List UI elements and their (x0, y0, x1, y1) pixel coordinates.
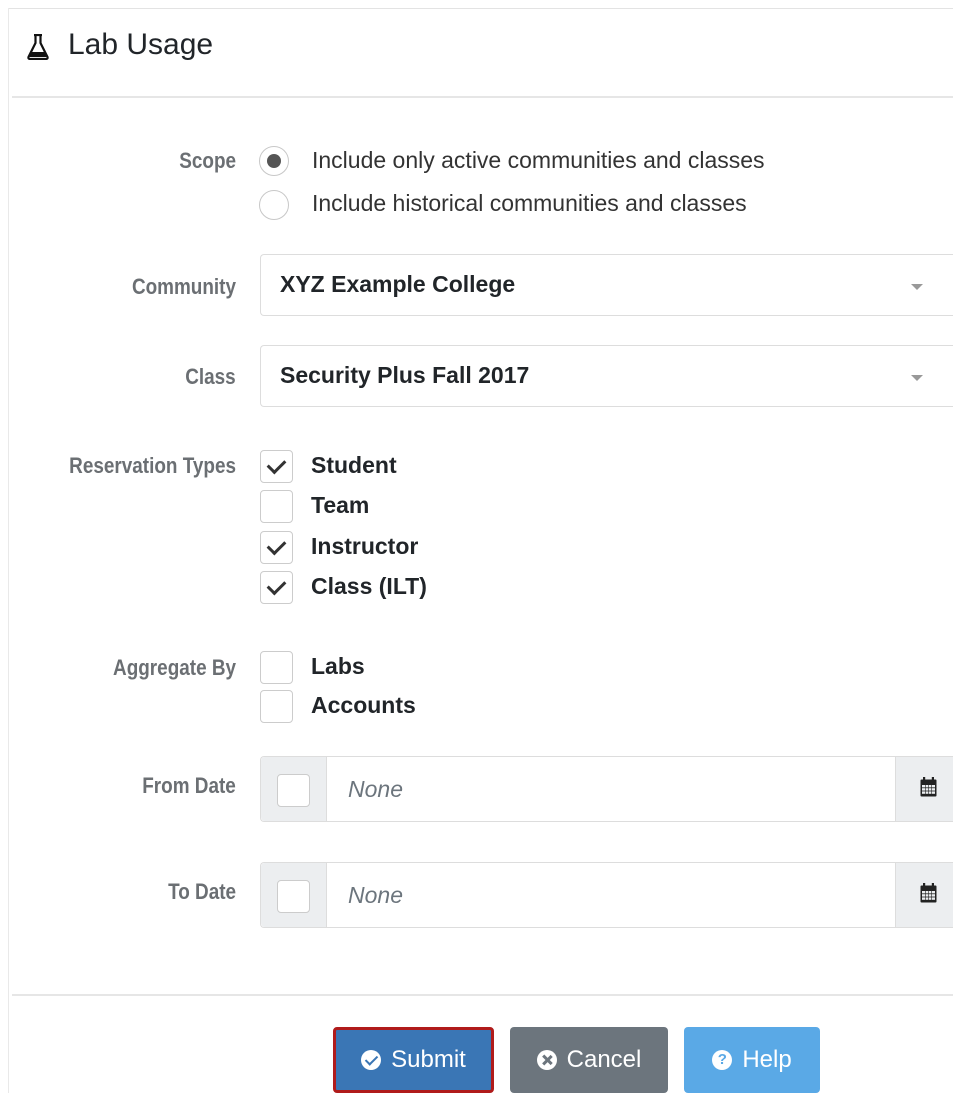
to-date-enable-checkbox[interactable] (277, 880, 310, 913)
page-header: Lab Usage (12, 8, 953, 98)
community-value: XYZ Example College (280, 271, 516, 297)
class-select[interactable]: Security Plus Fall 2017 (260, 345, 953, 407)
scope-label: Scope (179, 148, 236, 173)
labs-checkbox[interactable] (260, 651, 293, 684)
student-checkbox-label[interactable]: Student (311, 452, 397, 479)
class-value: Security Plus Fall 2017 (280, 362, 530, 388)
team-checkbox-label[interactable]: Team (311, 492, 369, 519)
instructor-checkbox[interactable] (260, 531, 293, 564)
chevron-down-icon (911, 284, 923, 290)
accounts-checkbox[interactable] (260, 690, 293, 723)
from-date-enable-checkbox[interactable] (277, 774, 310, 807)
from-date-group: None (260, 756, 953, 822)
scope-historical-radio[interactable] (259, 190, 289, 220)
community-label: Community (131, 274, 236, 299)
scope-active-text[interactable]: Include only active communities and clas… (312, 147, 765, 174)
student-checkbox[interactable] (260, 450, 293, 483)
to-date-input[interactable]: None (348, 882, 403, 909)
instructor-checkbox-label[interactable]: Instructor (311, 533, 418, 560)
to-date-enable-addon (261, 863, 327, 927)
reservation-types-label: Reservation Types (69, 453, 236, 478)
labs-checkbox-label[interactable]: Labs (311, 653, 365, 680)
to-date-calendar-button[interactable] (895, 863, 953, 927)
scope-historical-text[interactable]: Include historical communities and class… (312, 190, 747, 217)
question-circle-icon: ? (712, 1050, 733, 1070)
check-circle-icon (361, 1050, 382, 1070)
close-circle-icon (536, 1050, 557, 1070)
cancel-button-label: Cancel (566, 1046, 642, 1073)
page-border-left (8, 8, 9, 1093)
chevron-down-icon (911, 375, 923, 381)
to-date-group: None (260, 862, 953, 928)
class-label: Class (185, 364, 236, 389)
help-button-label: Help (742, 1046, 792, 1073)
submit-button[interactable]: Submit (333, 1027, 494, 1093)
team-checkbox[interactable] (260, 490, 293, 523)
class-ilt-checkbox-label[interactable]: Class (ILT) (311, 573, 427, 600)
aggregate-by-label: Aggregate By (112, 655, 236, 680)
from-date-input[interactable]: None (348, 776, 403, 803)
calendar-icon (920, 777, 937, 797)
calendar-icon (920, 883, 937, 903)
accounts-checkbox-label[interactable]: Accounts (311, 692, 416, 719)
scope-active-radio[interactable] (259, 146, 289, 176)
from-date-label: From Date (142, 773, 236, 798)
submit-button-label: Submit (391, 1046, 466, 1073)
from-date-calendar-button[interactable] (895, 757, 953, 821)
flask-icon (27, 34, 49, 60)
from-date-enable-addon (261, 757, 327, 821)
to-date-label: To Date (168, 879, 236, 904)
community-select[interactable]: XYZ Example College (260, 254, 953, 316)
cancel-button[interactable]: Cancel (510, 1027, 668, 1093)
help-button[interactable]: ? Help (684, 1027, 820, 1093)
class-ilt-checkbox[interactable] (260, 571, 293, 604)
page-title: Lab Usage (68, 28, 214, 61)
footer-divider (12, 994, 953, 996)
